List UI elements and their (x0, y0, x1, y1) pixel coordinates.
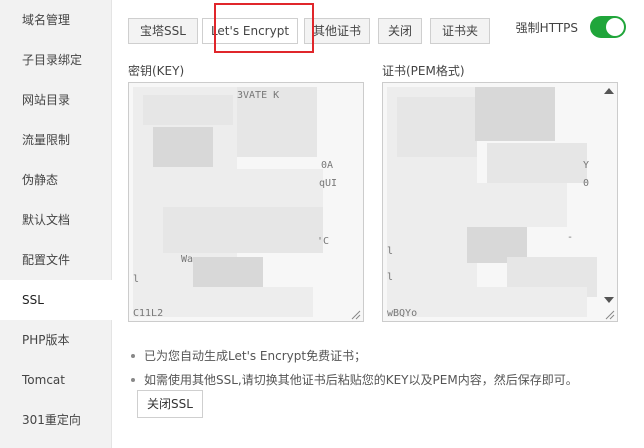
key-textarea[interactable]: 3VATE K 0A qUI 'C Wa l C11L2 (128, 82, 364, 322)
tab-close[interactable]: 关闭 (378, 18, 422, 44)
note-item: 已为您自动生成Let's Encrypt免费证书； (128, 344, 634, 368)
force-https-label: 强制HTTPS (515, 21, 578, 35)
scroll-down-icon[interactable] (604, 297, 614, 303)
sidebar-item-subdirectory-binding[interactable]: 子目录绑定 (0, 40, 111, 80)
close-ssl-button[interactable]: 关闭SSL (137, 390, 203, 418)
note-text: 已为您自动生成Let's Encrypt免费证书； (144, 349, 367, 363)
cert-field-label: 证书(PEM格式) (382, 64, 465, 78)
sidebar-item-domain-management[interactable]: 域名管理 (0, 0, 111, 40)
tab-lets-encrypt[interactable]: Let's Encrypt (202, 18, 298, 44)
cert-fragment-5: wBQYo (387, 308, 418, 317)
cert-fragment-1: 0 (583, 178, 590, 189)
cert-fragment-4: l (387, 272, 394, 283)
resize-grip-icon[interactable] (605, 309, 615, 320)
resize-grip-icon[interactable] (351, 309, 361, 320)
tab-baota-ssl[interactable]: 宝塔SSL (128, 18, 198, 44)
key-fragment-2: qUI (319, 178, 338, 189)
key-fragment-6: C11L2 (133, 308, 164, 317)
key-textarea-content: 3VATE K 0A qUI 'C Wa l C11L2 (133, 87, 345, 317)
sidebar-item-301-redirect[interactable]: 301重定向 (0, 400, 111, 440)
ssl-panel: 宝塔SSL Let's Encrypt 其他证书 关闭 证书夹 强制HTTPS … (112, 0, 644, 448)
sidebar-item-config-file[interactable]: 配置文件 (0, 240, 111, 280)
tab-other-certificate[interactable]: 其他证书 (304, 18, 370, 44)
sidebar-item-traffic-limit[interactable]: 流量限制 (0, 120, 111, 160)
sidebar-item-ssl[interactable]: SSL (0, 280, 112, 320)
sidebar-item-tomcat[interactable]: Tomcat (0, 360, 111, 400)
cert-fragment-0: Y (583, 160, 590, 171)
note-text: 如需使用其他SSL,请切换其他证书后粘贴您的KEY以及PEM内容，然后保存即可。 (144, 373, 578, 387)
sidebar: 域名管理 子目录绑定 网站目录 流量限制 伪静态 默认文档 配置文件 SSL P… (0, 0, 112, 448)
cert-scrollbar[interactable] (601, 83, 617, 321)
note-item: 如需使用其他SSL,请切换其他证书后粘贴您的KEY以及PEM内容，然后保存即可。 (128, 368, 634, 392)
sidebar-item-php-version[interactable]: PHP版本 (0, 320, 111, 360)
cert-fragment-3: l (387, 246, 394, 257)
ssl-notes: 已为您自动生成Let's Encrypt免费证书； 如需使用其他SSL,请切换其… (128, 344, 634, 392)
key-fragment-4: Wa (181, 254, 194, 265)
bullet-icon (131, 378, 135, 382)
bullet-icon (131, 354, 135, 358)
key-fragment-1: 0A (321, 160, 334, 171)
key-field-label: 密钥(KEY) (128, 64, 185, 78)
scroll-up-icon[interactable] (604, 88, 614, 94)
toggle-knob (606, 18, 624, 36)
sidebar-item-rewrite[interactable]: 伪静态 (0, 160, 111, 200)
site-settings-dialog: 域名管理 子目录绑定 网站目录 流量限制 伪静态 默认文档 配置文件 SSL P… (0, 0, 644, 448)
tab-certificate-folder[interactable]: 证书夹 (430, 18, 490, 44)
cert-fragment-2: - (567, 232, 574, 243)
cert-textarea[interactable]: Y 0 - l l wBQYo (382, 82, 618, 322)
key-fragment-3: 'C (317, 236, 330, 247)
force-https-toggle[interactable] (590, 16, 626, 38)
cert-textarea-content: Y 0 - l l wBQYo (387, 87, 599, 317)
sidebar-item-site-directory[interactable]: 网站目录 (0, 80, 111, 120)
key-fragment-5: l (133, 274, 140, 285)
sidebar-item-default-document[interactable]: 默认文档 (0, 200, 111, 240)
key-fragment-0: 3VATE K (237, 90, 280, 101)
